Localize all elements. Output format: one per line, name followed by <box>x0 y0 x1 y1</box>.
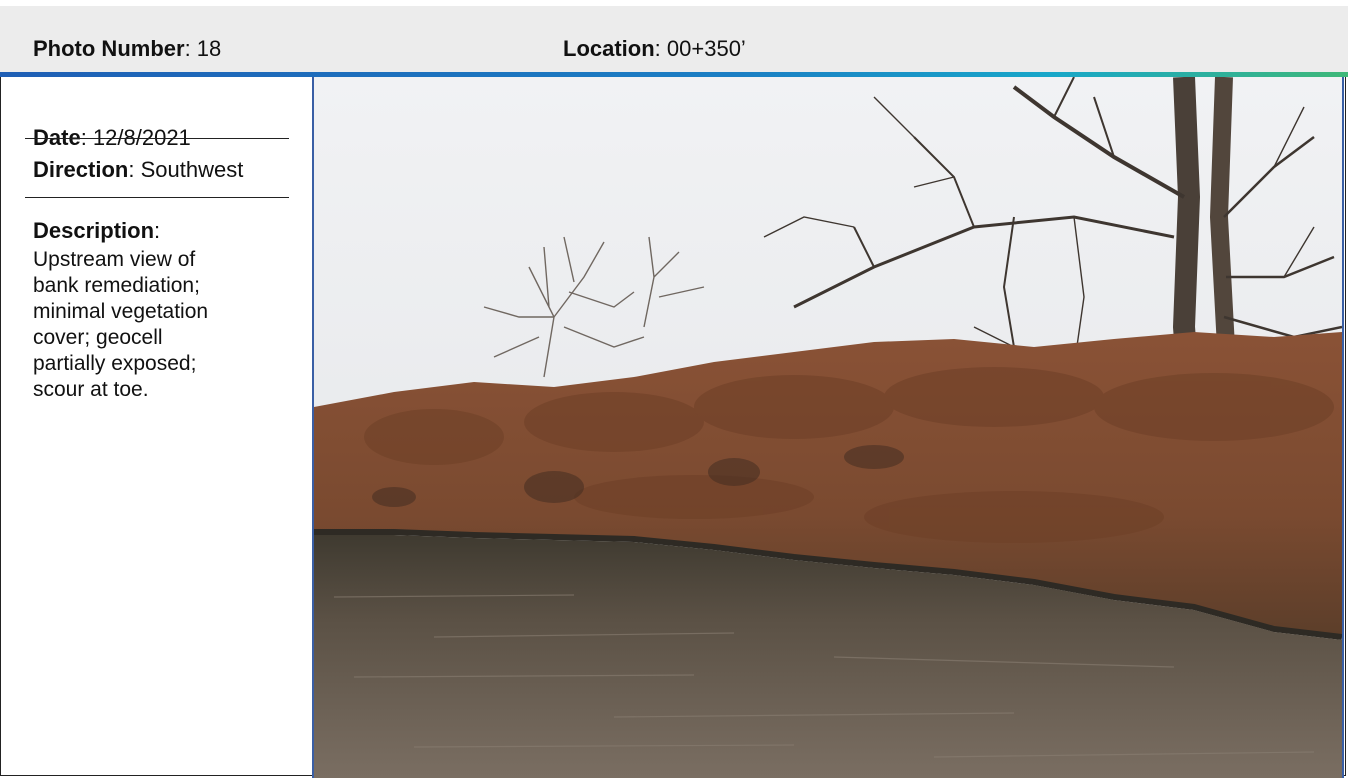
description-sep: : <box>154 218 161 243</box>
divider <box>25 197 289 198</box>
photo-number-label: Photo Number <box>33 36 185 61</box>
direction-field: Direction: Southwest <box>33 157 243 183</box>
photo-header-bar: Photo Number: 18 Location: 00+350’ <box>0 6 1348 72</box>
photo-number-sep: : <box>184 36 197 61</box>
location-label: Location <box>563 36 655 61</box>
location: Location: 00+350’ <box>563 36 746 62</box>
direction-sep: : <box>128 157 141 182</box>
photo-number-value: 18 <box>196 36 222 61</box>
photo-illustration <box>314 77 1342 778</box>
photo-number: Photo Number: 18 <box>33 36 221 62</box>
description-text: Upstream view of bank remediation; minim… <box>33 248 209 401</box>
description-field: Description: <box>33 218 160 244</box>
direction-label: Direction <box>33 157 129 182</box>
location-value: 00+350’ <box>666 36 746 61</box>
location-sep: : <box>654 36 667 61</box>
description-label: Description <box>33 218 155 243</box>
photo-details-panel: Date: 12/8/2021 Direction: Southwest Des… <box>0 77 310 778</box>
stream-bank-photo <box>312 77 1344 778</box>
direction-value: Southwest <box>140 157 244 182</box>
divider <box>25 138 289 139</box>
